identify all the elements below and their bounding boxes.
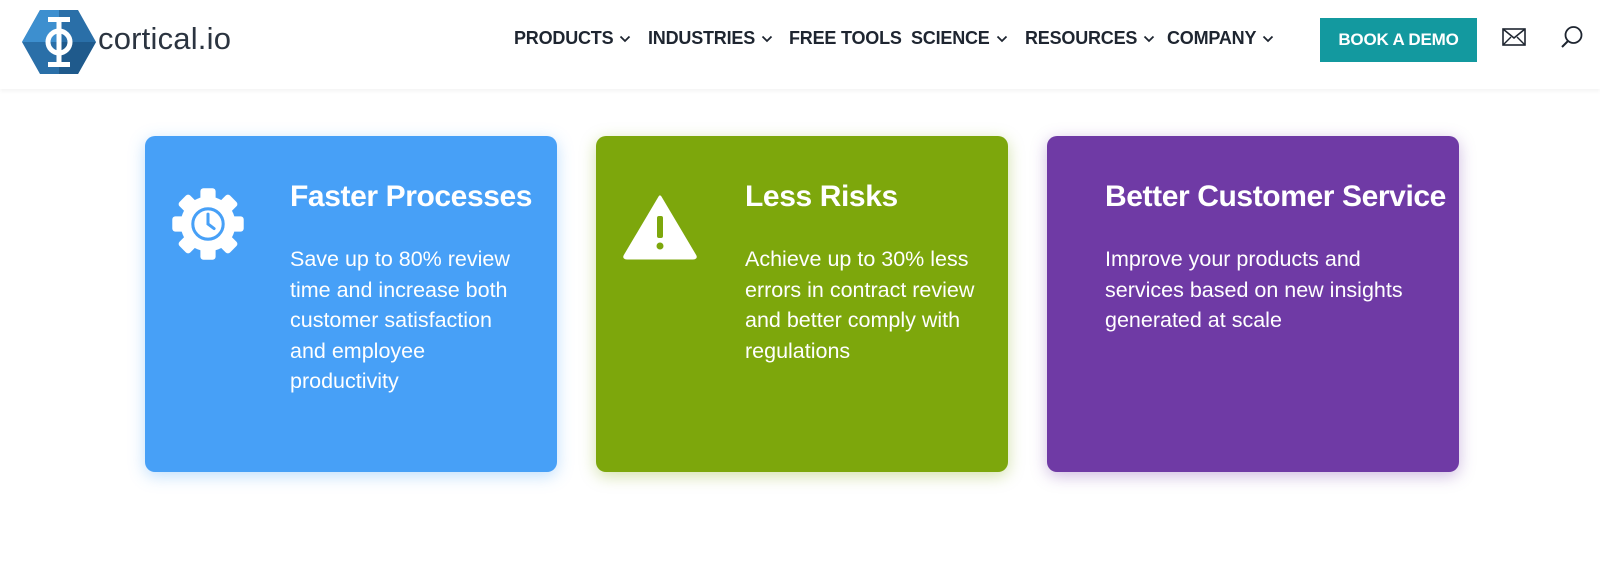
mail-icon[interactable] <box>1502 28 1526 46</box>
card-title: Less Risks <box>745 180 898 213</box>
chevron-down-icon <box>761 35 773 42</box>
nav-item-products[interactable]: PRODUCTS <box>514 28 631 49</box>
feature-card-less-risks: Less Risks Achieve up to 30% less errors… <box>596 136 1008 472</box>
card-title: Better Customer Service <box>1105 180 1446 213</box>
chevron-down-icon <box>996 35 1007 42</box>
nav-item-free-tools[interactable]: FREE TOOLS <box>789 28 902 49</box>
nav-item-label: COMPANY <box>1167 28 1257 48</box>
chevron-down-icon <box>1263 35 1274 42</box>
nav-item-label: INDUSTRIES <box>648 28 756 48</box>
logo-wordmark: cortical.io <box>98 21 232 56</box>
logo[interactable]: cortical.io <box>22 9 252 75</box>
nav-item-science[interactable]: SCIENCE <box>911 28 1008 49</box>
nav-item-label: RESOURCES <box>1025 28 1138 48</box>
nav-item-company[interactable]: COMPANY <box>1167 28 1274 49</box>
book-demo-button[interactable]: BOOK A DEMO <box>1320 18 1477 62</box>
card-description: Improve your products and services based… <box>1105 247 1403 332</box>
nav-item-resources[interactable]: RESOURCES <box>1025 28 1155 49</box>
card-description: Save up to 80% review time and increase … <box>290 247 510 393</box>
nav-item-label: PRODUCTS <box>514 28 614 48</box>
nav-item-label: SCIENCE <box>911 28 990 48</box>
feature-card-better-customer-service: Better Customer Service Improve your pro… <box>1047 136 1459 472</box>
nav-item-industries[interactable]: INDUSTRIES <box>648 28 773 49</box>
card-title: Faster Processes <box>290 180 533 213</box>
chevron-down-icon <box>1144 35 1155 42</box>
site-header: cortical.io PRODUCTS INDUSTRIES FREE TOO… <box>0 0 1600 89</box>
warning-icon <box>623 195 697 260</box>
card-description: Achieve up to 30% less errors in contrac… <box>745 247 975 363</box>
feature-card-faster-processes: Faster Processes Save up to 80% review t… <box>145 136 557 472</box>
search-icon[interactable] <box>1560 25 1584 49</box>
nav-item-label: FREE TOOLS <box>789 28 902 48</box>
gear-clock-icon <box>172 188 244 260</box>
chevron-down-icon <box>620 35 631 42</box>
hexagon-logo-icon <box>22 10 96 74</box>
